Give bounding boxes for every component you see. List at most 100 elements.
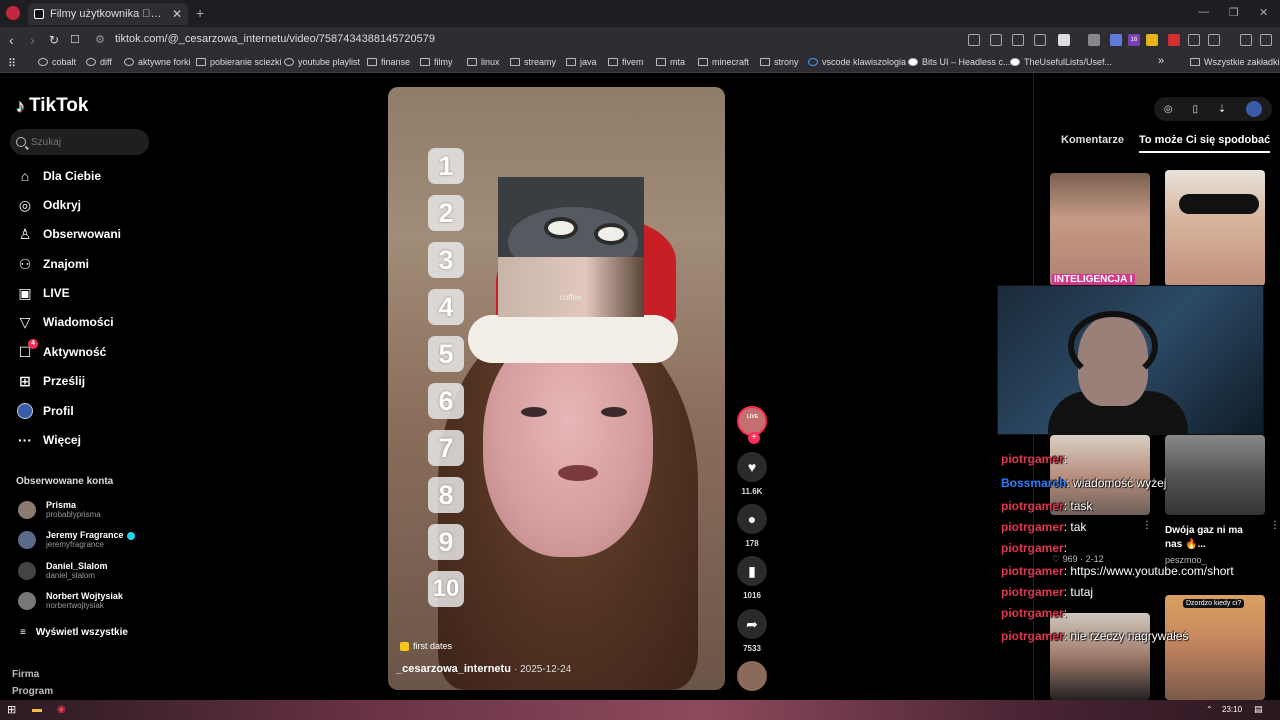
notifications-icon[interactable]: ▤ bbox=[1254, 704, 1263, 715]
save-button[interactable]: ▮ 1016 bbox=[736, 556, 768, 600]
tiktok-logo[interactable]: ♪ TikTok bbox=[16, 95, 88, 117]
nav-more[interactable]: ··· Więcej bbox=[16, 431, 81, 449]
windows-start-icon[interactable]: ⊞ bbox=[7, 703, 16, 716]
clock[interactable]: 23:10 bbox=[1222, 705, 1242, 714]
bookmark-folder[interactable]: streamy bbox=[510, 57, 556, 67]
followed-account[interactable]: Jeremy Fragrance jeremyfragrance bbox=[18, 530, 135, 549]
followed-account[interactable]: Norbert Wojtysiak norbertwojtysiak bbox=[18, 591, 123, 610]
nav-friends[interactable]: ⚇ Znajomi bbox=[16, 255, 89, 273]
extension-badge[interactable]: 16 bbox=[1128, 34, 1140, 46]
nav-messages[interactable]: ▽ Wiadomości bbox=[16, 313, 114, 331]
more-bookmarks-button[interactable]: » bbox=[1158, 55, 1164, 67]
more-options-icon[interactable]: ⋮ bbox=[1270, 520, 1280, 531]
download-icon[interactable]: ⇣ bbox=[1218, 104, 1226, 115]
bookmark-item[interactable]: youtube playlist bbox=[284, 57, 360, 67]
share-icon[interactable] bbox=[1034, 34, 1046, 46]
nav-upload[interactable]: ⊞ Prześlij bbox=[16, 372, 85, 390]
bookmark-folder[interactable]: java bbox=[566, 57, 597, 67]
menu-icon[interactable] bbox=[1260, 34, 1272, 46]
recommended-thumbnail[interactable] bbox=[1050, 173, 1150, 286]
puzzle-icon[interactable] bbox=[1188, 34, 1200, 46]
bookmark-item[interactable]: Bits UI – Headless c... bbox=[908, 57, 1011, 67]
cast-icon[interactable] bbox=[1012, 34, 1024, 46]
like-button[interactable]: ♥ 11.6K bbox=[736, 452, 768, 496]
follow-plus-icon[interactable]: + bbox=[748, 432, 760, 444]
thumbnail-title[interactable]: Dwója gaz ni ma nas 🔥... bbox=[1165, 524, 1260, 552]
webcam-overlay bbox=[997, 285, 1264, 435]
nav-explore[interactable]: ◎ Odkryj bbox=[16, 196, 81, 214]
sidebar-toggle-icon[interactable] bbox=[1208, 34, 1220, 46]
recommended-thumbnail[interactable] bbox=[1165, 435, 1265, 515]
video-author[interactable]: _cesarzowa_internetu · 2025-12-24 bbox=[396, 663, 571, 675]
reader-icon[interactable] bbox=[990, 34, 1002, 46]
see-all-button[interactable]: ≡ Wyświetl wszystkie bbox=[20, 627, 128, 638]
bookmark-item[interactable]: diff bbox=[86, 57, 112, 67]
nav-for-you[interactable]: ⌂ Dla Ciebie bbox=[16, 167, 101, 185]
bookmark-folder[interactable]: minecraft bbox=[698, 57, 749, 67]
coffee-cup bbox=[594, 223, 628, 245]
url-field[interactable]: tiktok.com/@_cesarzowa_internetu/video/7… bbox=[115, 33, 435, 45]
minimize-icon[interactable]: — bbox=[1198, 6, 1209, 18]
site-settings-icon[interactable]: ⚙ bbox=[95, 33, 105, 46]
maximize-icon[interactable]: ❐ bbox=[1229, 6, 1239, 19]
new-tab-icon[interactable]: + bbox=[196, 5, 204, 21]
pause-icon[interactable] bbox=[1088, 34, 1100, 46]
bookmark-folder[interactable]: mta bbox=[656, 57, 685, 67]
extension-icon-3[interactable] bbox=[1168, 34, 1180, 46]
extension-icon-2[interactable] bbox=[1146, 34, 1158, 46]
followed-account[interactable]: Prisma probablyprisma bbox=[18, 500, 101, 519]
bookmark-folder[interactable]: filmy bbox=[420, 57, 453, 67]
file-explorer-icon[interactable]: ▬ bbox=[32, 704, 42, 715]
tab-comments[interactable]: Komentarze bbox=[1061, 134, 1124, 146]
bookmark-folder[interactable]: finanse bbox=[367, 57, 410, 67]
reload-icon[interactable]: ↻ bbox=[49, 33, 59, 47]
nav-activity[interactable]: ☐ 4 Aktywność bbox=[16, 339, 106, 361]
comment-button[interactable]: ● 178 bbox=[736, 504, 768, 548]
search-box[interactable] bbox=[10, 129, 149, 155]
footer-link-program[interactable]: Program bbox=[12, 686, 53, 697]
bookmark-item[interactable]: aktywne forki bbox=[124, 57, 191, 67]
recommended-thumbnail[interactable] bbox=[1165, 170, 1265, 286]
browser-menu-icon[interactable] bbox=[6, 6, 20, 20]
avatar[interactable] bbox=[1246, 101, 1263, 117]
video-player[interactable]: coffee 1 2 3 4 5 6 7 8 9 10 first dates … bbox=[388, 87, 725, 690]
video-tag[interactable]: first dates bbox=[400, 641, 452, 651]
music-icon[interactable] bbox=[1240, 34, 1252, 46]
phone-icon[interactable]: ▯ bbox=[1192, 104, 1198, 115]
followed-account[interactable]: Daniel_Slalom daniel_slalom bbox=[18, 561, 108, 580]
nav-following[interactable]: ♙ Obserwowani bbox=[16, 225, 121, 243]
bookmark-folder[interactable]: fivem bbox=[608, 57, 644, 67]
recommended-thumbnail[interactable]: Dzordzo kiedy ci? bbox=[1165, 595, 1265, 700]
bookmark-folder[interactable]: linux bbox=[467, 57, 500, 67]
recommended-thumbnail[interactable] bbox=[1050, 613, 1150, 700]
browser-taskbar-icon[interactable]: ◉ bbox=[57, 704, 66, 715]
more-options-icon[interactable]: ⋮ bbox=[1142, 520, 1152, 531]
nav-profile[interactable]: Profil bbox=[16, 402, 74, 420]
shield-icon[interactable] bbox=[1058, 34, 1070, 46]
all-bookmarks-button[interactable]: Wszystkie zakładki bbox=[1190, 57, 1280, 67]
extension-icon[interactable] bbox=[1110, 34, 1122, 46]
search-input[interactable] bbox=[31, 136, 141, 148]
bookmark-folder[interactable]: strony bbox=[760, 57, 799, 67]
translate-icon[interactable] bbox=[968, 34, 980, 46]
compass-icon[interactable]: ◎ bbox=[1164, 104, 1173, 115]
share-button[interactable]: ➦ 7533 bbox=[736, 609, 768, 653]
footer-link-company[interactable]: Firma bbox=[12, 669, 39, 680]
bookmark-item[interactable]: pobieranie sciezki bbox=[196, 57, 282, 67]
bookmark-item[interactable]: vscode klawiszologia bbox=[808, 57, 906, 67]
browser-tab[interactable]: Filmy użytkownika  Cesarzowa_Internetu ✕ bbox=[28, 3, 188, 25]
rank-number: 8 bbox=[428, 477, 464, 513]
forward-icon[interactable]: › bbox=[30, 33, 35, 47]
music-disc-button[interactable] bbox=[736, 661, 768, 691]
nav-live[interactable]: ▣ LIVE bbox=[16, 284, 69, 302]
tray-chevron-icon[interactable]: ⌃ bbox=[1206, 705, 1213, 714]
apps-icon[interactable]: ⠿ bbox=[8, 57, 16, 70]
close-tab-icon[interactable]: ✕ bbox=[172, 7, 182, 21]
bookmark-item[interactable]: cobalt bbox=[38, 57, 76, 67]
tab-recommended[interactable]: To może Ci się spodobać bbox=[1139, 134, 1271, 153]
close-window-icon[interactable]: ✕ bbox=[1259, 6, 1268, 19]
back-icon[interactable]: ‹ bbox=[9, 33, 14, 47]
bookmark-item[interactable]: TheUsefulLists/Usef... bbox=[1010, 57, 1112, 67]
creator-avatar-button[interactable]: LIVE + bbox=[736, 406, 768, 444]
bookmark-icon[interactable]: ☐ bbox=[70, 33, 80, 47]
